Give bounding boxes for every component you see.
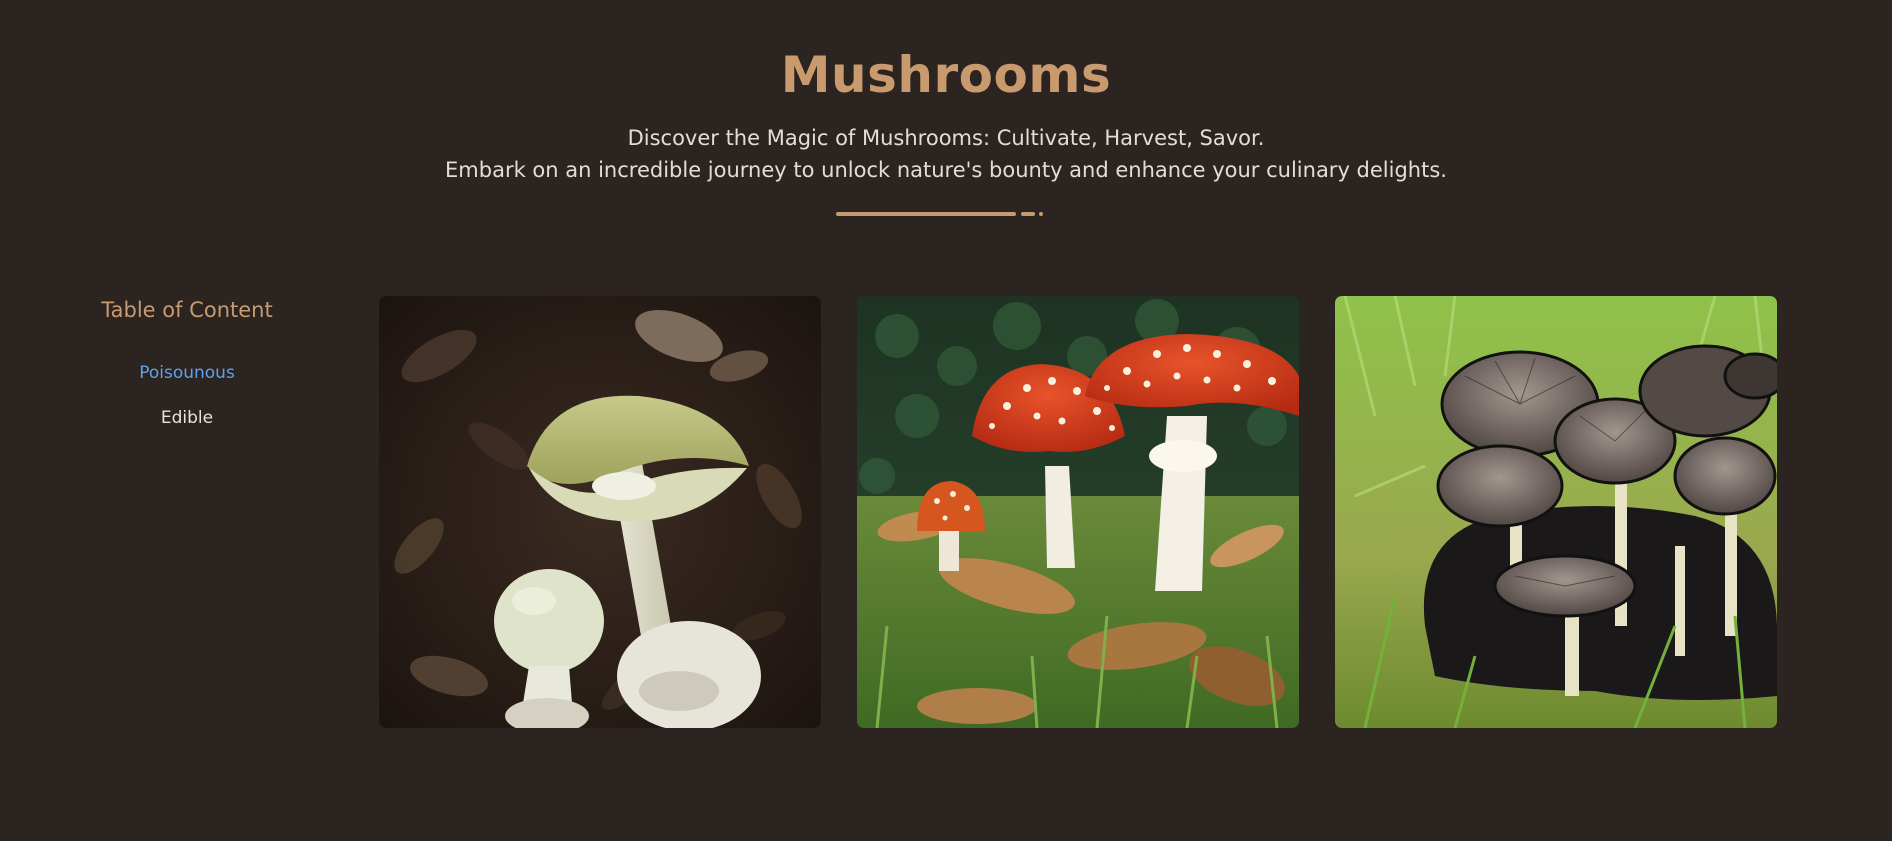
page: Mushrooms Discover the Magic of Mushroom… [0,0,1892,841]
fly-agaric-illustration [857,296,1299,728]
divider-segment-long [836,212,1016,216]
toc-link-edible[interactable]: Edible [161,408,213,428]
tagline-line-2: Embark on an incredible journey to unloc… [445,158,1447,182]
mushroom-image-ink-cap[interactable] [1335,296,1777,728]
toc-link-poisonous[interactable]: Poisounous [139,363,235,383]
page-tagline: Discover the Magic of Mushrooms: Cultiva… [0,122,1892,186]
divider-segment-short [1021,212,1035,216]
tagline-line-1: Discover the Magic of Mushrooms: Cultiva… [627,126,1265,150]
toc-item: Edible [60,406,314,431]
table-of-content: Table of Content Poisounous Edible [60,295,314,451]
toc-list: Poisounous Edible [60,361,314,431]
divider-segment-dot [1039,212,1043,216]
page-header: Mushrooms Discover the Magic of Mushroom… [0,40,1892,186]
toc-title: Table of Content [101,298,273,322]
page-title: Mushrooms [780,46,1112,104]
death-cap-illustration [379,296,821,728]
toc-item: Poisounous [60,361,314,386]
decorative-divider [836,212,1046,216]
mushroom-image-death-cap[interactable] [379,296,821,728]
mushroom-image-fly-agaric[interactable] [857,296,1299,728]
ink-cap-illustration [1335,296,1777,728]
